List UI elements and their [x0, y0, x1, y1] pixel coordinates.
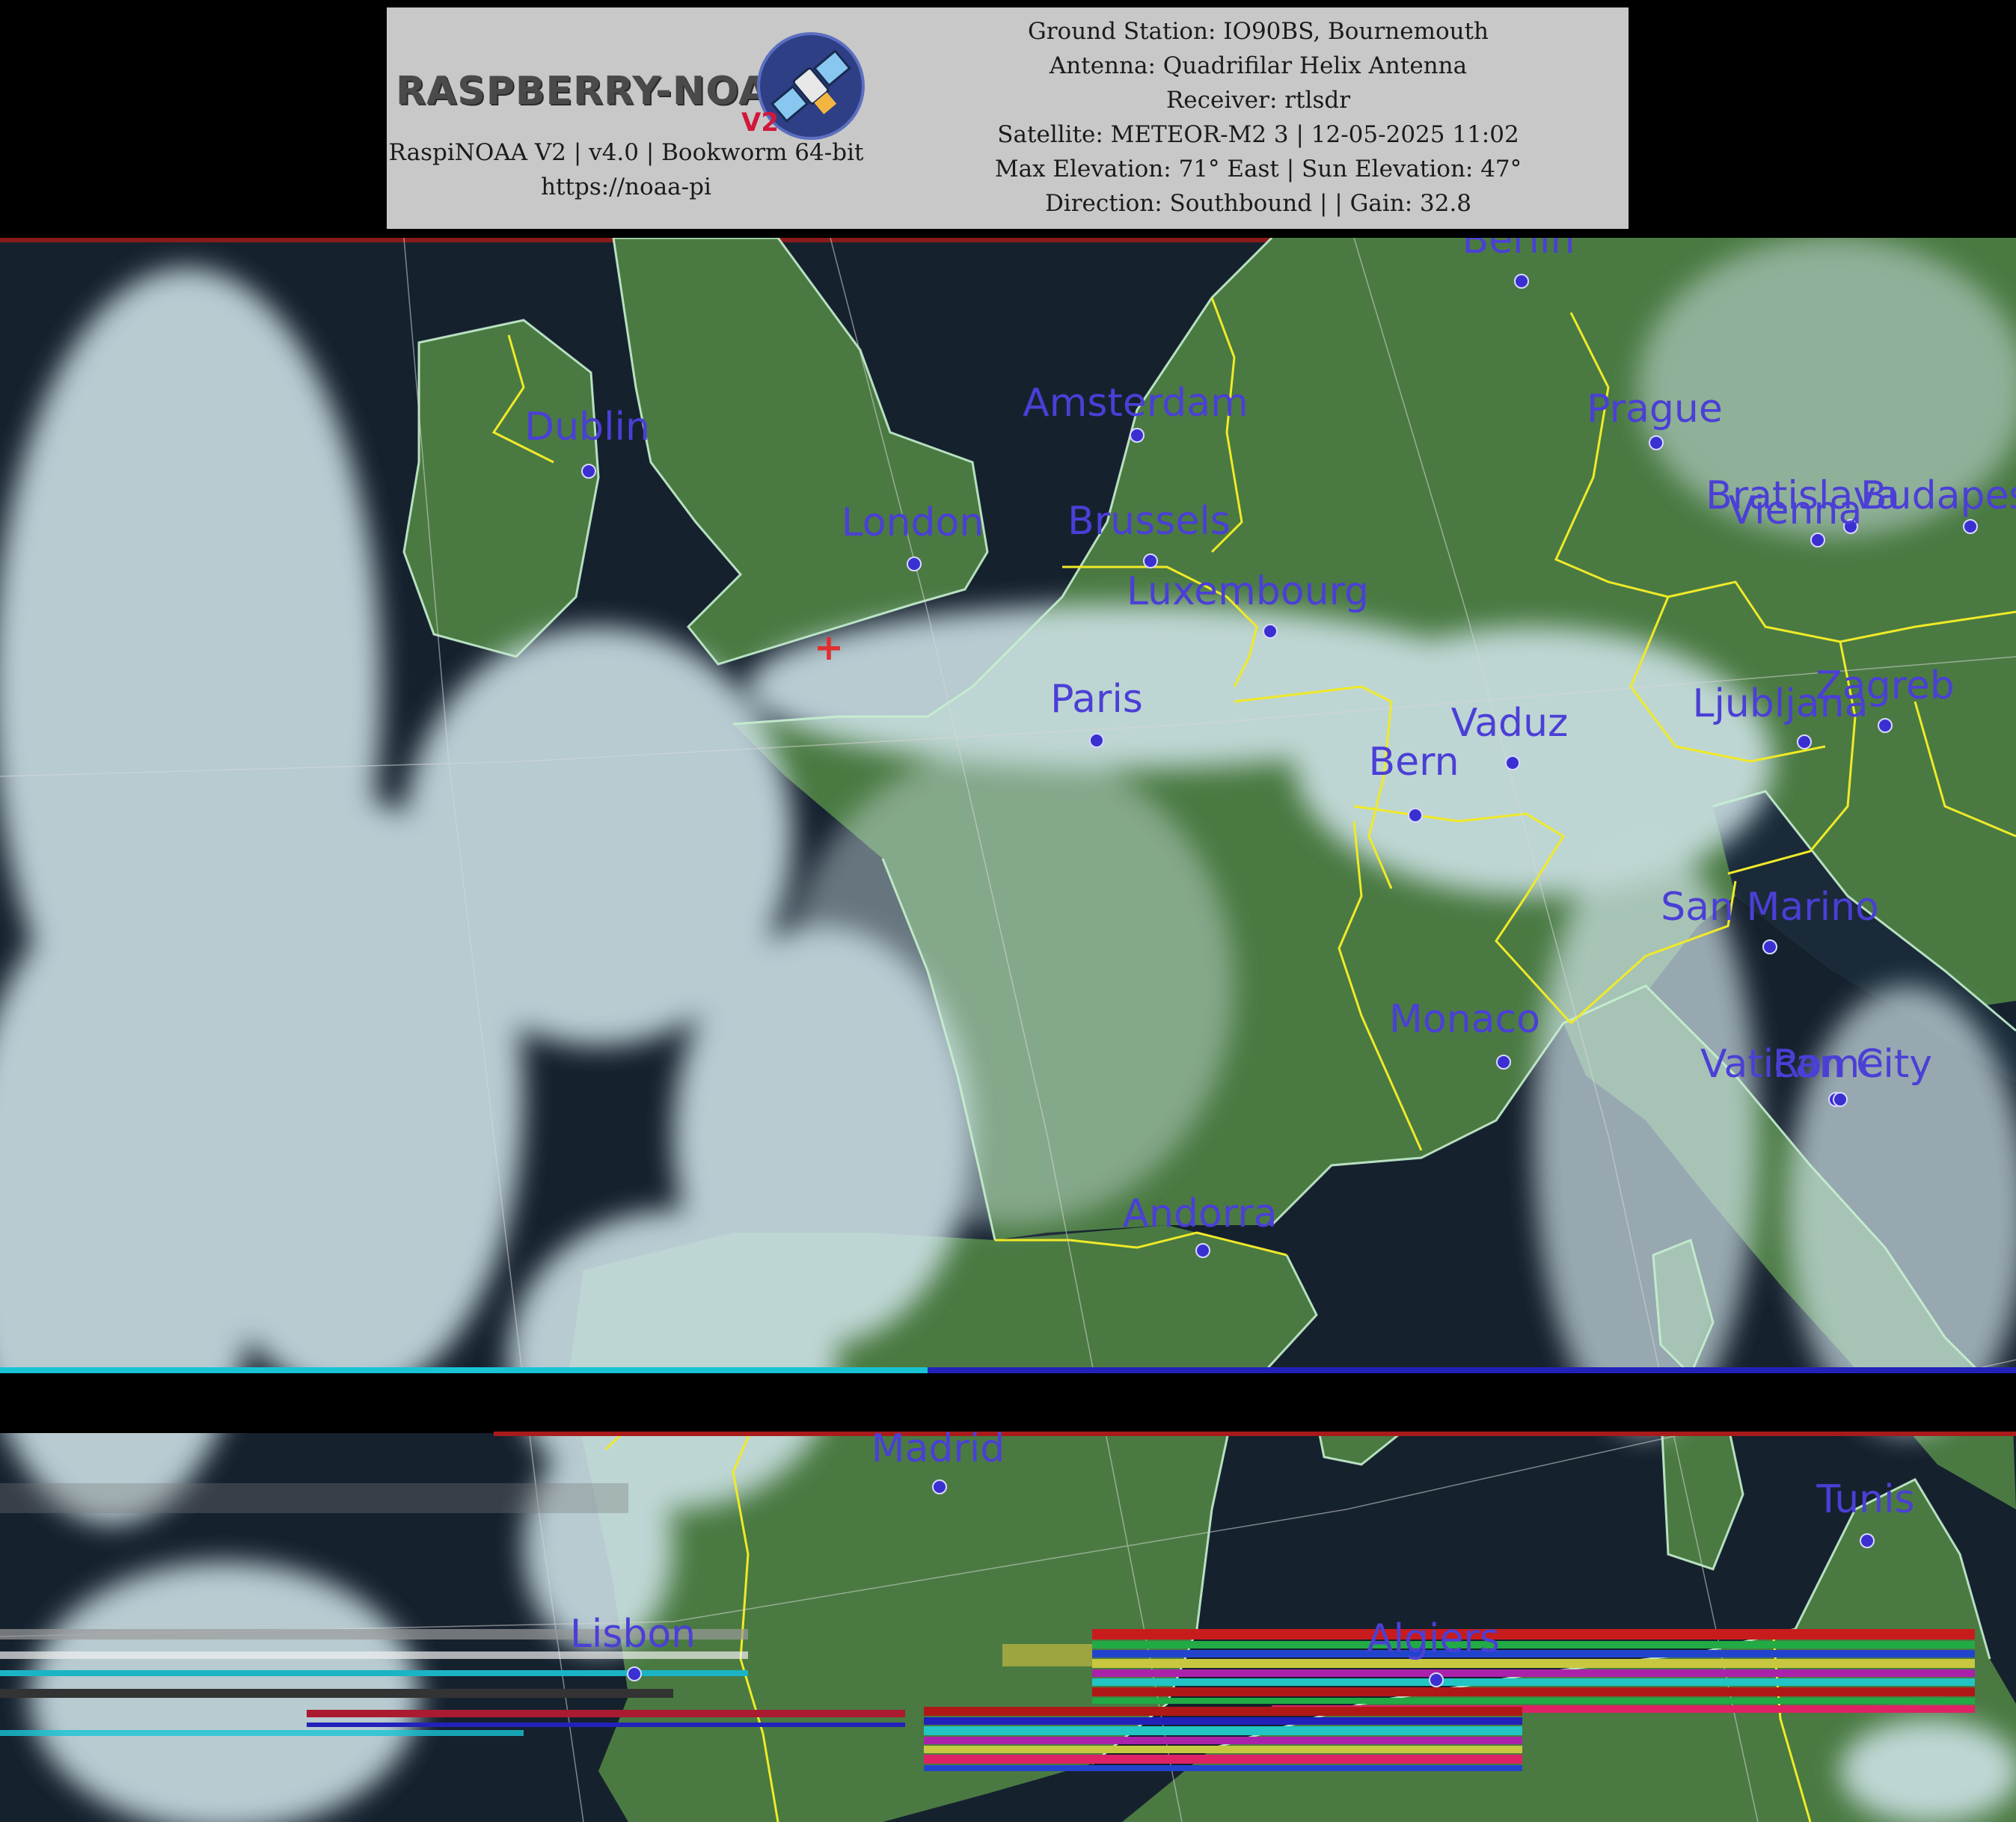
city-label-san-marino: San Marino [1661, 885, 1879, 930]
city-marker-lisbon [627, 1666, 642, 1681]
software-version-text: RaspiNOAA V2 | v4.0 | Bookworm 64-bit [388, 139, 864, 166]
city-label-madrid: Madrid [871, 1426, 1005, 1471]
city-label-andorra: Andorra [1122, 1191, 1277, 1236]
ground-station-marker: + [814, 627, 844, 669]
city-label-vaduz: Vaduz [1451, 701, 1569, 746]
city-marker-paris [1089, 733, 1104, 748]
city-label-berlin: Berlin [1462, 238, 1575, 263]
city-marker-luxembourg [1263, 624, 1278, 639]
city-label-paris: Paris [1050, 677, 1143, 722]
antenna-text: Antenna: Quadrifilar Helix Antenna [1049, 52, 1468, 79]
city-marker-san-marino [1762, 939, 1777, 954]
elevation-text: Max Elevation: 71° East | Sun Elevation:… [994, 156, 1522, 182]
city-label-luxembourg: Luxembourg [1127, 569, 1369, 614]
direction-gain-text: Direction: Southbound | | Gain: 32.8 [1044, 190, 1472, 217]
scan-line [0, 1367, 928, 1373]
city-label-brussels: Brussels [1067, 499, 1231, 544]
city-label-rome: Rome [1773, 1042, 1884, 1087]
city-marker-prague [1649, 435, 1664, 450]
city-marker-madrid [932, 1479, 947, 1494]
raspberry-noaa-logo: RASPBERRY-NOAA V2 [396, 30, 865, 150]
city-marker-rome [1833, 1092, 1848, 1107]
pass-info-header: RASPBERRY-NOAA V2 RaspiNOAA V2 | v4.0 | … [387, 7, 1629, 229]
city-label-vienna: Vienna [1729, 488, 1863, 533]
map-canvas: + Berlin Amsterdam Prague Dublin London … [0, 238, 2016, 1822]
receiver-text: Receiver: rtlsdr [1165, 87, 1351, 114]
city-marker-dublin [581, 464, 596, 479]
city-marker-andorra [1195, 1243, 1210, 1258]
city-label-algiers: Algiers [1367, 1616, 1500, 1661]
satellite-image-map: + Berlin Amsterdam Prague Dublin London … [0, 238, 2016, 1822]
city-label-dublin: Dublin [524, 405, 650, 450]
city-marker-berlin [1514, 274, 1529, 289]
city-label-zagreb: Zagreb [1816, 663, 1955, 708]
station-url-text: https://noaa-pi [541, 174, 711, 200]
city-marker-vienna [1810, 533, 1825, 547]
city-marker-bern [1408, 808, 1423, 823]
ground-station-text: Ground Station: IO90BS, Bournemouth [1027, 18, 1489, 45]
city-marker-london [907, 556, 922, 571]
city-marker-budapest [1963, 519, 1978, 534]
satellite-text: Satellite: METEOR-M2 3 | 12-05-2025 11:0… [997, 121, 1519, 148]
city-label-prague: Prague [1587, 387, 1723, 432]
city-marker-monaco [1496, 1055, 1511, 1070]
city-label-lisbon: Lisbon [570, 1612, 696, 1657]
city-marker-ljubljana [1797, 734, 1812, 749]
city-label-amsterdam: Amsterdam [1023, 381, 1248, 426]
city-label-bern: Bern [1368, 740, 1459, 785]
city-marker-tunis [1860, 1533, 1875, 1548]
logo-v2-badge: V2 [741, 108, 779, 138]
logo-wordmark: RASPBERRY-NOAA [396, 69, 800, 114]
data-gap-band [0, 1372, 2016, 1433]
city-marker-brussels [1143, 553, 1158, 568]
city-marker-algiers [1429, 1672, 1444, 1687]
city-marker-amsterdam [1130, 428, 1145, 443]
scan-line [928, 1367, 2016, 1373]
city-marker-vaduz [1505, 755, 1520, 770]
scan-line [494, 1432, 2016, 1436]
city-label-monaco: Monaco [1389, 997, 1540, 1042]
city-label-london: London [842, 500, 984, 545]
city-marker-zagreb [1878, 718, 1893, 733]
city-label-tunis: Tunis [1816, 1477, 1914, 1522]
city-label-budapest: Budapest [1860, 473, 2016, 518]
